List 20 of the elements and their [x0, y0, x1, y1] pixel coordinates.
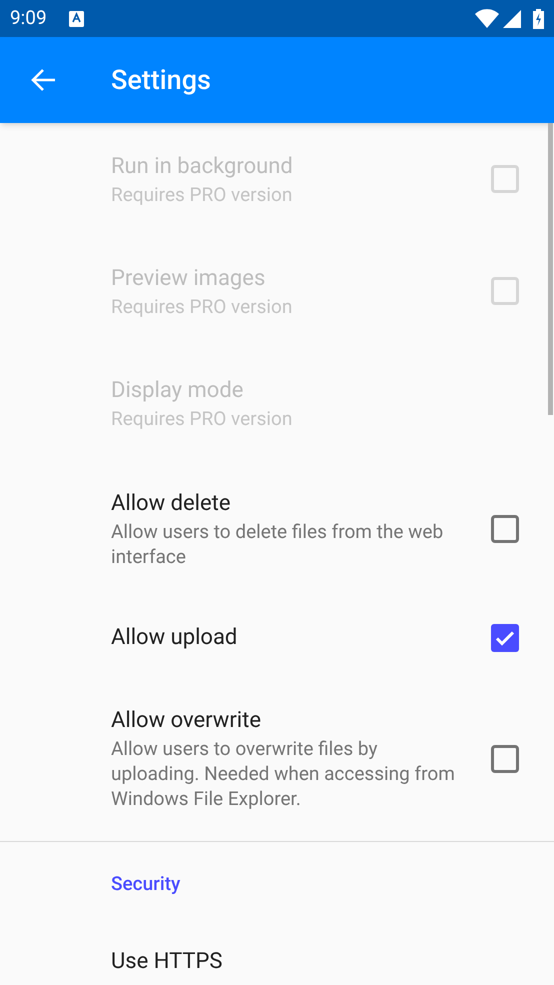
preference-title: Allow delete — [111, 490, 232, 518]
checkbox[interactable] — [491, 744, 519, 772]
preference-title: Run in background — [111, 152, 294, 180]
preference-title: Preview images — [111, 264, 266, 292]
preference-summary: Allow users to delete files from the web interface — [111, 519, 444, 569]
wifi-icon — [475, 9, 499, 28]
preference-title: Allow overwrite — [111, 707, 262, 735]
signal-icon — [503, 10, 521, 28]
preference-title: Display mode — [111, 376, 244, 404]
battery-charging-icon — [533, 8, 544, 28]
status-time: 9:09 — [10, 5, 47, 32]
preference-title: Allow upload — [111, 624, 238, 652]
section-header: Security — [111, 871, 180, 898]
checkbox[interactable] — [491, 515, 519, 543]
preference-title: Use HTTPS — [111, 949, 222, 974]
checkbox[interactable] — [491, 624, 519, 652]
preference-summary: Allow users to overwrite files by uploading. Needed when accessing from Windows File Explorer. — [111, 736, 456, 811]
app-bar-title: Settings — [111, 62, 211, 98]
back-arrow-icon — [30, 68, 56, 92]
keyboard-notification-icon — [68, 10, 84, 26]
